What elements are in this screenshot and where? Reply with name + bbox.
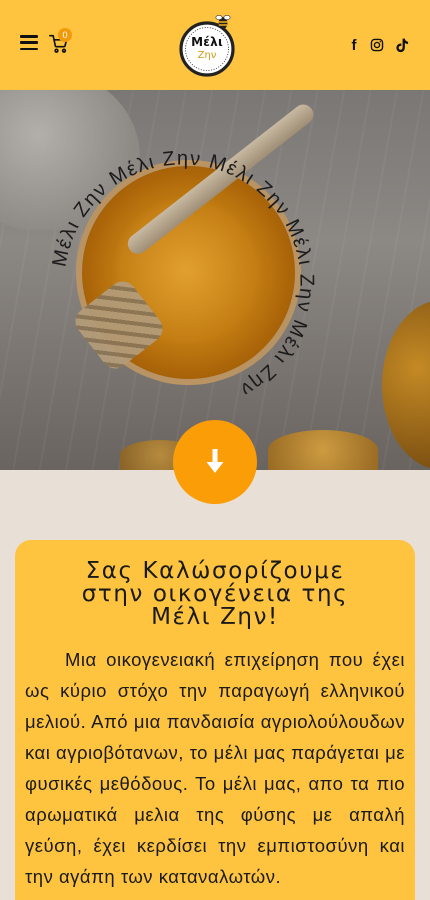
menu-icon[interactable]	[20, 35, 38, 50]
site-header: 0 Μέλι Ζην f	[0, 0, 430, 90]
logo-wordmark-1: Μέλι	[191, 35, 223, 49]
welcome-paragraph: Μια οικογενειακή επιχείρηση που έχει ως …	[25, 649, 405, 887]
welcome-title-line: στην οικογένεια της	[81, 581, 349, 607]
welcome-title-line: Σας Καλώσορίζουμε	[85, 558, 345, 584]
arrow-down-icon	[206, 449, 224, 473]
instagram-icon[interactable]	[369, 37, 385, 53]
svg-text:Μέλι Ζην Μέλι Ζην Μέλι Ζην Μέλ: Μέλι Ζην Μέλι Ζην Μέλι Ζην Μέλι Ζην Μέλι…	[48, 147, 317, 401]
facebook-icon[interactable]: f	[347, 37, 361, 54]
logo-wordmark-2: Ζην	[197, 50, 217, 61]
scroll-down-button[interactable]	[173, 420, 257, 504]
circular-brand-text: Μέλι Ζην Μέλι Ζην Μέλι Ζην Μέλι Ζην Μέλι…	[48, 147, 317, 401]
welcome-card: Σας Καλώσορίζουμε στην οικογένεια της Μέ…	[15, 540, 415, 900]
hero-image: Μέλι Ζην Μέλι Ζην Μέλι Ζην Μέλι Ζην Μέλι…	[0, 90, 430, 470]
tiktok-icon[interactable]	[394, 37, 410, 53]
site-logo[interactable]: Μέλι Ζην	[179, 14, 237, 78]
cart-count-badge: 0	[58, 28, 72, 42]
welcome-title: Σας Καλώσορίζουμε στην οικογένεια της Μέ…	[35, 560, 395, 629]
circle-text-path: Μέλι Ζην Μέλι Ζην Μέλι Ζην Μέλι Ζην Μέλι…	[48, 147, 316, 401]
welcome-title-line: Μέλι Ζην!	[151, 604, 279, 630]
